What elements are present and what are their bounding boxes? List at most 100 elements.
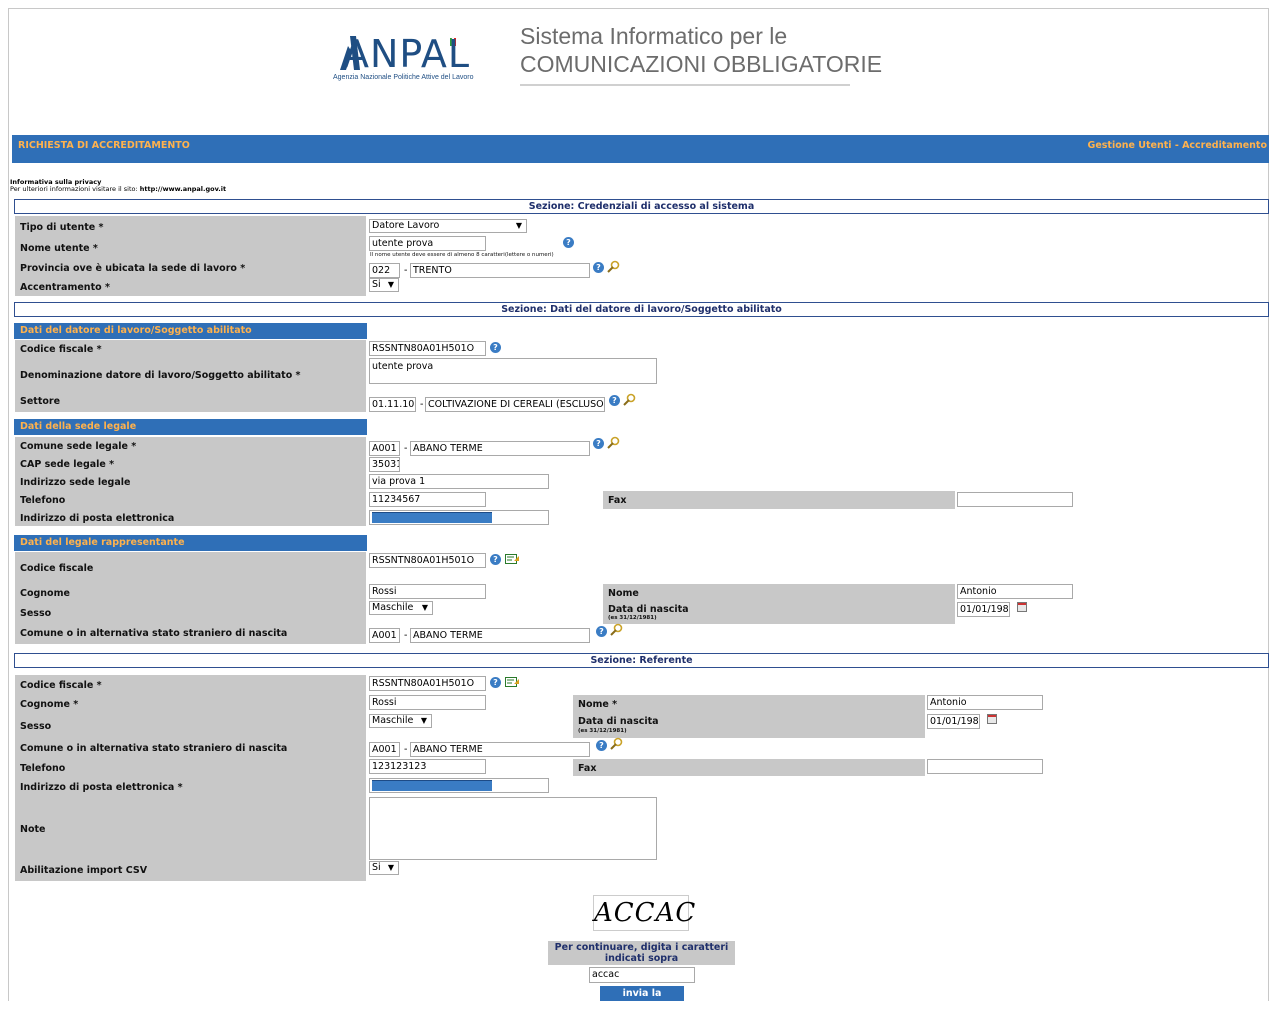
accentramento-select[interactable]: Si ▼ bbox=[369, 278, 399, 292]
ref-cognome-input[interactable]: Rossi bbox=[369, 695, 486, 710]
settore-code-input[interactable]: 01.11.10 bbox=[369, 397, 416, 412]
tipo-utente-select[interactable]: Datore Lavoro ▼ bbox=[369, 219, 527, 233]
ref-cognome-label: Cognome * bbox=[20, 699, 79, 710]
provincia-name-input[interactable]: TRENTO bbox=[410, 263, 590, 278]
lr-data-nascita-label: Data di nascita bbox=[608, 604, 689, 615]
captcha-text: ACCAC bbox=[594, 898, 697, 928]
logo-subtitle: Agenzia Nazionale Politiche Attive del L… bbox=[333, 74, 474, 81]
lr-comune-nascita-code-input[interactable]: A001 bbox=[369, 628, 400, 643]
section-credenziali: Sezione: Credenziali di accesso al siste… bbox=[14, 199, 1269, 214]
codice-fiscale-input[interactable]: RSSNTN80A01H501O bbox=[369, 341, 486, 356]
system-title-line2: COMUNICAZIONI OBBLIGATORIE bbox=[520, 51, 883, 77]
cap-input[interactable]: 35031 bbox=[369, 457, 400, 472]
lr-cognome-label: Cognome bbox=[20, 588, 70, 599]
chevron-down-icon: ▼ bbox=[515, 221, 522, 230]
nome-utente-input[interactable]: utente prova bbox=[369, 236, 486, 251]
help-icon[interactable]: ? bbox=[593, 438, 604, 449]
ref-email-label: Indirizzo di posta elettronica * bbox=[20, 782, 183, 793]
lr-data-nascita-hint: (es 31/12/1981) bbox=[608, 615, 657, 621]
legale-rappr-subheader: Dati del legale rappresentante bbox=[14, 535, 367, 551]
email-redacted bbox=[372, 512, 492, 523]
lr-sesso-select[interactable]: Maschile ▼ bbox=[369, 601, 433, 615]
ref-sesso-value: Maschile bbox=[372, 715, 414, 726]
ref-comune-nascita-code-input[interactable]: A001 bbox=[369, 742, 400, 757]
calendar-icon[interactable] bbox=[987, 714, 997, 724]
ref-telefono-input[interactable]: 123123123 bbox=[369, 759, 486, 774]
section-referente: Sezione: Referente bbox=[14, 653, 1269, 668]
search-tool-icon[interactable] bbox=[609, 623, 623, 636]
accentramento-value: Si bbox=[372, 279, 381, 290]
system-title: Sistema Informatico per le COMUNICAZIONI… bbox=[520, 22, 882, 78]
ref-nome-input[interactable]: Antonio bbox=[927, 695, 1043, 710]
email-input[interactable] bbox=[369, 510, 549, 525]
help-icon[interactable]: ? bbox=[593, 262, 604, 273]
lr-comune-nascita-name-input[interactable]: ABANO TERME bbox=[410, 628, 590, 643]
ref-data-nascita-label: Data di nascita bbox=[578, 716, 659, 727]
lr-codice-fiscale-input[interactable]: RSSNTN80A01H501O bbox=[369, 553, 486, 568]
breadcrumb[interactable]: Gestione Utenti - Accreditamento bbox=[1088, 140, 1267, 151]
lr-sesso-value: Maschile bbox=[372, 602, 414, 613]
captcha-image: ACCAC bbox=[593, 895, 695, 931]
ref-fax-label: Fax bbox=[578, 763, 597, 774]
note-textarea[interactable] bbox=[369, 797, 657, 860]
ref-codice-fiscale-input[interactable]: RSSNTN80A01H501O bbox=[369, 676, 486, 691]
lr-cognome-input[interactable]: Rossi bbox=[369, 584, 486, 599]
ref-codice-fiscale-label: Codice fiscale * bbox=[20, 680, 102, 691]
csv-value: Si bbox=[372, 862, 381, 873]
help-icon[interactable]: ? bbox=[490, 554, 501, 565]
help-icon[interactable]: ? bbox=[609, 395, 620, 406]
ref-sesso-select[interactable]: Maschile ▼ bbox=[369, 714, 432, 728]
sede-legale-subheader: Dati della sede legale bbox=[14, 419, 367, 435]
copy-data-icon[interactable] bbox=[505, 676, 519, 688]
denominazione-textarea[interactable]: utente prova bbox=[369, 358, 657, 384]
calendar-icon[interactable] bbox=[1017, 602, 1027, 612]
datore-subheader: Dati del datore di lavoro/Soggetto abili… bbox=[14, 323, 367, 339]
csv-select[interactable]: Si ▼ bbox=[369, 861, 399, 875]
privacy-text: Per ulteriori informazioni visitare il s… bbox=[10, 185, 138, 193]
ref-comune-nascita-name-input[interactable]: ABANO TERME bbox=[410, 742, 590, 757]
lr-nome-input[interactable]: Antonio bbox=[957, 584, 1073, 599]
ref-comune-nascita-label: Comune o in alternativa stato straniero … bbox=[20, 743, 288, 754]
title-underline bbox=[520, 84, 850, 86]
ref-telefono-label: Telefono bbox=[20, 763, 66, 774]
provincia-code-input[interactable]: 022 bbox=[369, 263, 400, 278]
telefono-input[interactable]: 11234567 bbox=[369, 492, 486, 507]
help-icon[interactable]: ? bbox=[563, 237, 574, 248]
separator-dash: - bbox=[404, 265, 408, 276]
copy-data-icon[interactable] bbox=[505, 553, 519, 565]
accentramento-label: Accentramento * bbox=[20, 282, 110, 293]
page-heading: RICHIESTA DI ACCREDITAMENTO bbox=[18, 140, 190, 151]
search-tool-icon[interactable] bbox=[606, 260, 620, 273]
email-redacted bbox=[372, 780, 492, 791]
ref-sesso-label: Sesso bbox=[20, 721, 52, 732]
search-tool-icon[interactable] bbox=[622, 393, 636, 406]
help-icon[interactable]: ? bbox=[490, 677, 501, 688]
help-icon[interactable]: ? bbox=[596, 740, 607, 751]
title-bar: RICHIESTA DI ACCREDITAMENTO Gestione Ute… bbox=[12, 135, 1269, 163]
comune-sede-name-input[interactable]: ABANO TERME bbox=[410, 441, 590, 456]
ref-data-nascita-input[interactable]: 01/01/1980 bbox=[927, 714, 980, 729]
search-tool-icon[interactable] bbox=[609, 737, 623, 750]
help-icon[interactable]: ? bbox=[596, 626, 607, 637]
nome-utente-label: Nome utente * bbox=[20, 243, 98, 254]
ref-fax-input[interactable] bbox=[927, 759, 1043, 774]
provincia-label: Provincia ove è ubicata la sede di lavor… bbox=[20, 263, 246, 274]
comune-sede-code-input[interactable]: A001 bbox=[369, 441, 400, 456]
submit-button[interactable]: invia la richiesta bbox=[600, 986, 684, 1014]
system-title-line1: Sistema Informatico per le bbox=[520, 23, 788, 49]
privacy-url[interactable]: http://www.anpal.gov.it bbox=[140, 185, 226, 193]
search-tool-icon[interactable] bbox=[606, 436, 620, 449]
ref-email-input[interactable] bbox=[369, 778, 549, 793]
telefono-label: Telefono bbox=[20, 495, 66, 506]
help-icon[interactable]: ? bbox=[490, 342, 501, 353]
chevron-down-icon: ▼ bbox=[387, 280, 394, 289]
indirizzo-sede-label: Indirizzo sede legale bbox=[20, 477, 131, 488]
section-datore: Sezione: Dati del datore di lavoro/Sogge… bbox=[14, 302, 1269, 317]
fax-input[interactable] bbox=[957, 492, 1073, 507]
captcha-input[interactable]: accac bbox=[589, 967, 695, 983]
indirizzo-sede-input[interactable]: via prova 1 bbox=[369, 474, 549, 489]
settore-name-input[interactable]: COLTIVAZIONE DI CEREALI (ESCLUSO IL RISO… bbox=[425, 397, 605, 412]
chevron-down-icon: ▼ bbox=[421, 603, 428, 612]
comune-sede-label: Comune sede legale * bbox=[20, 441, 137, 452]
lr-data-nascita-input[interactable]: 01/01/1980 bbox=[957, 602, 1010, 617]
